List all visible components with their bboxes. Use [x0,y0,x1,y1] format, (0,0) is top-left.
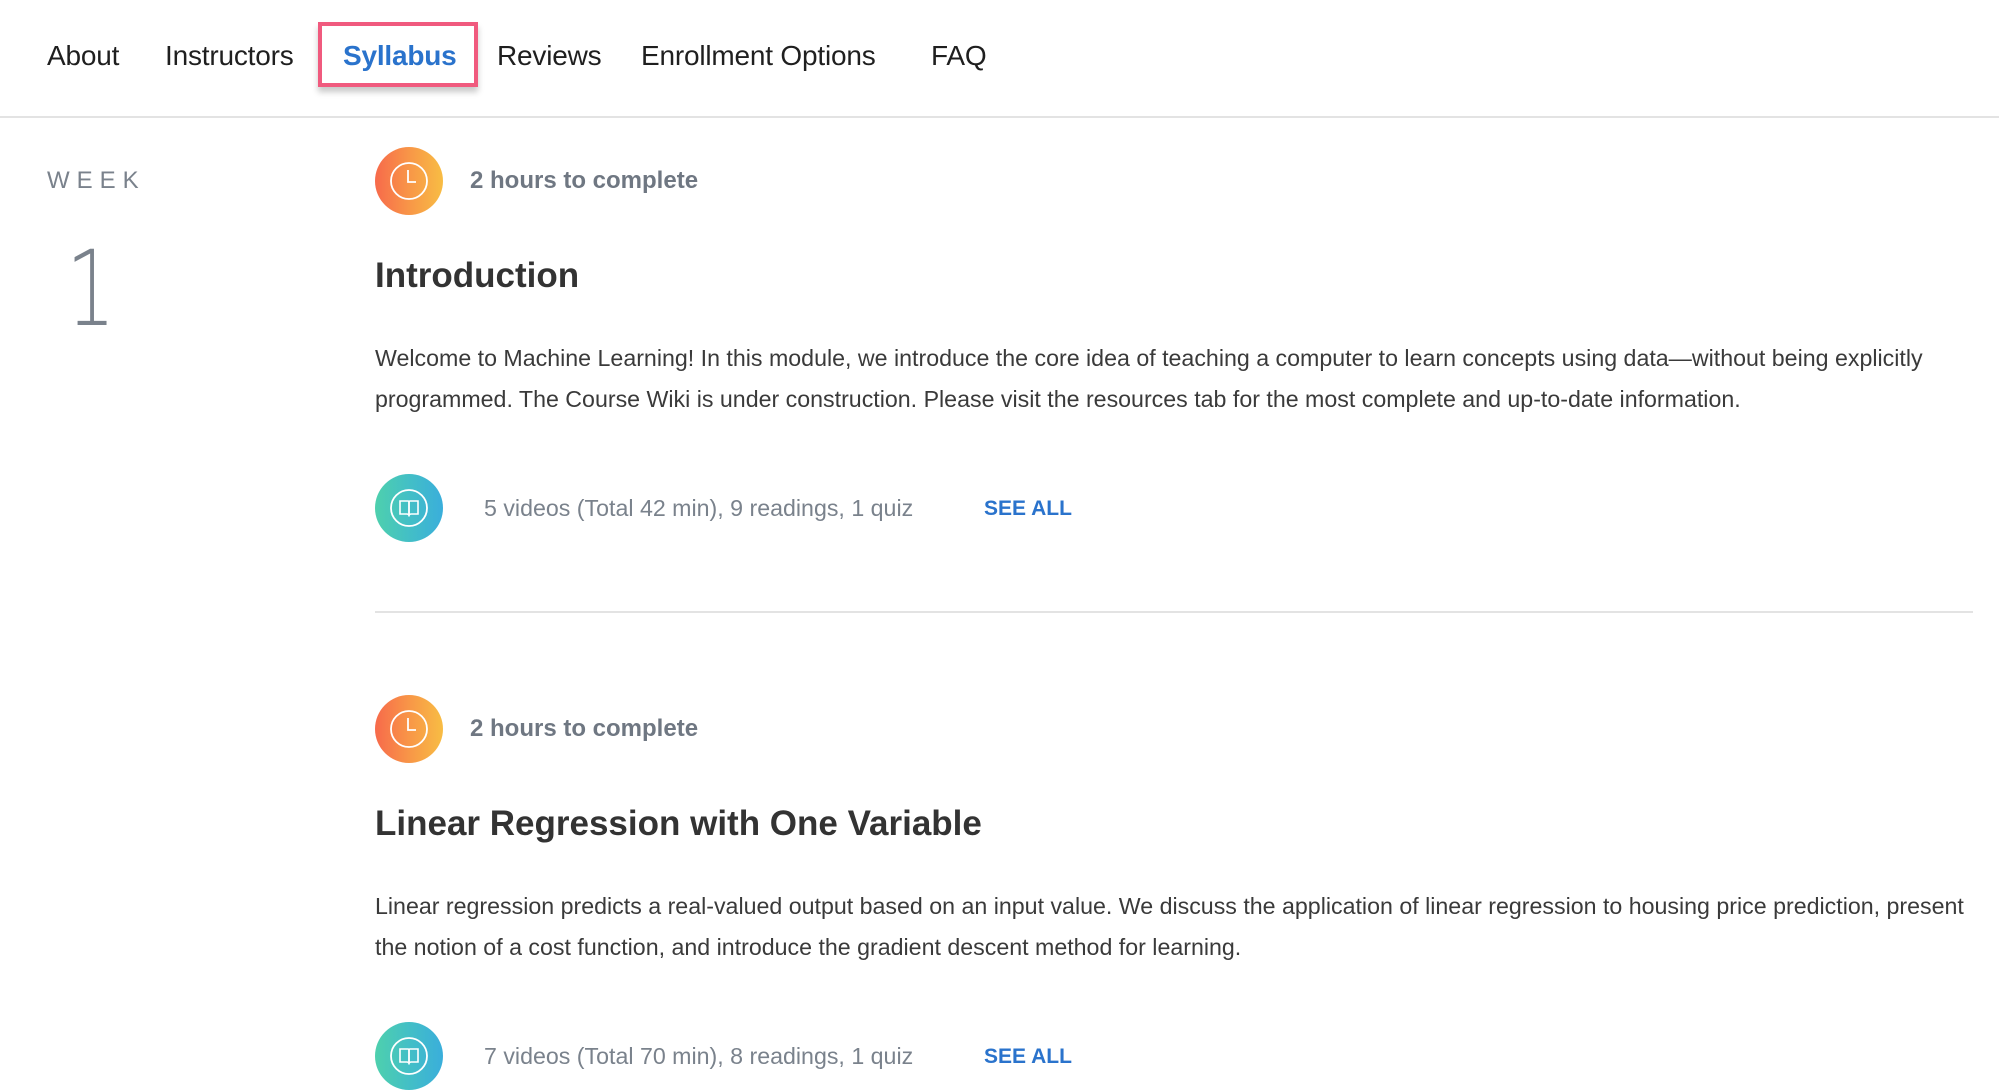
module-description: Welcome to Machine Learning! In this mod… [375,345,1923,412]
module-content-summary: 5 videos (Total 42 min), 9 readings, 1 q… [484,495,914,521]
module-description: Linear regression predicts a real-valued… [375,893,1964,960]
module-divider [375,611,1973,613]
book-icon [375,474,443,542]
nav-tab-syllabus[interactable]: Syllabus [343,38,457,74]
nav-tab-reviews[interactable]: Reviews [497,38,602,74]
nav-tab-instructors[interactable]: Instructors [165,38,294,74]
book-icon [375,1022,443,1090]
nav-tab-enrollment-options[interactable]: Enrollment Options [641,38,876,74]
week-number: 1 [66,228,116,350]
nav-tab-about[interactable]: About [47,38,119,74]
module-duration: 2 hours to complete [470,167,699,194]
module-title: Introduction [375,256,580,295]
clock-icon [375,147,443,215]
week-label: WEEK [47,167,146,194]
module-duration: 2 hours to complete [470,715,699,742]
module-title: Linear Regression with One Variable [375,804,982,843]
clock-icon [375,695,443,763]
module-content-summary: 7 videos (Total 70 min), 8 readings, 1 q… [484,1043,914,1069]
see-all-link[interactable]: SEE ALL [984,494,1072,524]
course-nav: About Instructors Syllabus Reviews Enrol… [0,0,1999,118]
see-all-link[interactable]: SEE ALL [984,1042,1072,1072]
nav-tab-faq[interactable]: FAQ [931,38,987,74]
